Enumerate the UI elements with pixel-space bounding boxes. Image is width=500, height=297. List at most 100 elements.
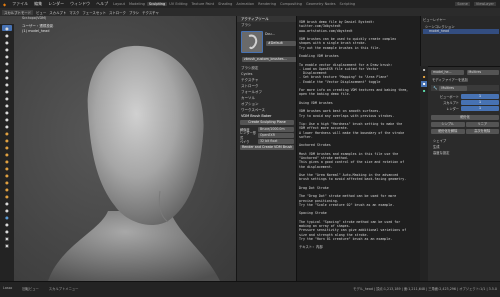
- modifier-name-field[interactable]: Multires: [466, 70, 499, 75]
- status-lasso: Lasso: [3, 286, 13, 290]
- smooth-tool-icon[interactable]: ●: [2, 88, 12, 94]
- tab-sculpting[interactable]: Sculpting: [146, 2, 168, 6]
- brush-short-name: Dou...: [265, 32, 275, 36]
- layer-tool-icon[interactable]: ●: [2, 60, 12, 66]
- snake-hook-tool-icon[interactable]: ●: [2, 144, 12, 150]
- clay-thumb-tool-icon[interactable]: ●: [2, 53, 12, 59]
- render-levels-field[interactable]: 1: [461, 105, 499, 111]
- multires-modifier-header[interactable]: 🔧 Multires: [431, 85, 499, 91]
- readme-text[interactable]: VDM brush demo file by Daniel Bystedt: tw…: [299, 20, 419, 250]
- cloth-tool-icon[interactable]: ●: [2, 193, 12, 199]
- draw-sharp-tool-icon[interactable]: ●: [2, 32, 12, 38]
- tab-uv-editing[interactable]: UV Editing: [167, 2, 189, 6]
- render-create-vdm-brush-button[interactable]: Render and Create VDM Brush: [240, 145, 294, 150]
- brush-datablock-field[interactable]: #Default: [266, 41, 296, 46]
- scene-selector[interactable]: Scene: [455, 2, 470, 6]
- wrench-icon: 🔧: [433, 86, 438, 90]
- viewport-levels-field[interactable]: 1: [461, 93, 499, 99]
- clay-tool-icon[interactable]: ●: [2, 39, 12, 45]
- object-name-field[interactable]: model_he...: [431, 70, 464, 75]
- brush-full-name-field[interactable]: zbrush_custom_brushes...: [242, 57, 297, 62]
- simple-button[interactable]: シンプル: [431, 122, 465, 127]
- bake-depth-dropdown[interactable]: 32 bit float: [258, 138, 294, 144]
- rotate-tool-icon[interactable]: ●: [2, 172, 12, 178]
- draw-tool-icon[interactable]: ●: [2, 25, 12, 31]
- grab-tool-icon[interactable]: ●: [2, 130, 12, 136]
- menu-window[interactable]: ウィンドウ: [67, 1, 93, 7]
- section-advanced[interactable]: 高度な設定: [431, 150, 499, 156]
- header-menu-mask[interactable]: マスク: [69, 10, 79, 15]
- sculpted-head-model: [48, 45, 220, 281]
- mode-selector[interactable]: スカルプトモード: [2, 9, 34, 15]
- boundary-tool-icon[interactable]: ●: [2, 186, 12, 192]
- 3d-viewport[interactable]: [0, 16, 236, 281]
- menu-edit[interactable]: 編集: [31, 1, 45, 7]
- header-brush[interactable]: ブラシ: [129, 10, 139, 15]
- tab-geometry-nodes[interactable]: Geometry Nodes: [304, 2, 338, 6]
- resolution-field[interactable]: Bruce/1000.0m: [258, 126, 294, 132]
- mask-tool-icon[interactable]: ●: [2, 207, 12, 213]
- tool-tab-icon[interactable]: ▪: [421, 67, 427, 73]
- blender-logo-icon[interactable]: ◆: [0, 2, 9, 7]
- simplify-tool-icon[interactable]: ●: [2, 200, 12, 206]
- outliner-row-model-head[interactable]: model_head: [423, 29, 499, 34]
- create-sculpting-plane-button[interactable]: Create Sculpting Plane: [240, 120, 294, 125]
- tab-shading[interactable]: Shading: [216, 2, 234, 6]
- multiplane-scrape-tool-icon[interactable]: ●: [2, 116, 12, 122]
- header-menu-sculpt[interactable]: スカルプト: [49, 10, 66, 15]
- menu-help[interactable]: ヘルプ: [93, 1, 111, 7]
- menu-file[interactable]: ファイル: [9, 1, 31, 7]
- inflate-tool-icon[interactable]: ●: [2, 67, 12, 73]
- draw-face-sets-tool-icon[interactable]: ●: [2, 214, 12, 220]
- tab-compositing[interactable]: Compositing: [278, 2, 304, 6]
- status-rotate-view: 回転ビュー: [22, 287, 39, 291]
- data-tab-icon[interactable]: ▪: [421, 88, 427, 94]
- fill-tool-icon[interactable]: ●: [2, 102, 12, 108]
- modifier-tab-icon[interactable]: ▪: [421, 81, 427, 87]
- smear-tool-icon[interactable]: ●: [2, 228, 12, 234]
- section-vdm-brush-baker[interactable]: VDM Brush Baker: [237, 113, 297, 119]
- header-texture[interactable]: テクスチャ: [142, 10, 159, 15]
- elastic-deform-tool-icon[interactable]: ●: [2, 137, 12, 143]
- pinch-tool-icon[interactable]: ●: [2, 123, 12, 129]
- header-stroke[interactable]: ストローク: [109, 10, 126, 15]
- multires-name-field[interactable]: Multires: [439, 85, 468, 91]
- delete-higher-button[interactable]: 高次を削除: [465, 129, 499, 134]
- blob-tool-icon[interactable]: ●: [2, 74, 12, 80]
- mesh-filter-tool-icon[interactable]: ▣: [2, 242, 12, 248]
- flatten-tool-icon[interactable]: ●: [2, 95, 12, 101]
- tab-texture-paint[interactable]: Texture Paint: [190, 2, 217, 6]
- box-mask-tool-icon[interactable]: ▣: [2, 235, 12, 241]
- unsubdivide-button[interactable]: 細分化を解除: [431, 129, 465, 134]
- slide-relax-tool-icon[interactable]: ●: [2, 179, 12, 185]
- paint-tool-icon[interactable]: ●: [2, 221, 12, 227]
- brush-section-title[interactable]: ブラシ: [237, 22, 296, 28]
- header-menu-view[interactable]: ビュー: [36, 10, 46, 15]
- tab-rendering[interactable]: Rendering: [256, 2, 278, 6]
- render-format-dropdown[interactable]: OpenEXR: [258, 132, 294, 138]
- add-modifier-title[interactable]: モディファイアーを追加: [421, 77, 468, 83]
- brush-preview-thumbnail[interactable]: [241, 31, 263, 53]
- tab-layout[interactable]: Layout: [111, 2, 127, 6]
- text-editor[interactable]: VDM brush demo file by Daniel Bystedt: tw…: [296, 16, 420, 281]
- subdivide-button[interactable]: 細分化: [431, 115, 499, 120]
- thumb-tool-icon[interactable]: ●: [2, 151, 12, 157]
- header-menu-face-sets[interactable]: フェースセット: [82, 10, 106, 15]
- clay-strips-tool-icon[interactable]: ●: [2, 46, 12, 52]
- sculpt-toolbar: ● ● ● ● ● ● ● ● ● ● ● ● ● ● ● ● ● ● ● ● …: [0, 24, 14, 281]
- tab-modeling[interactable]: Modeling: [127, 2, 147, 6]
- nudge-tool-icon[interactable]: ●: [2, 165, 12, 171]
- pose-tool-icon[interactable]: ●: [2, 158, 12, 164]
- linear-button[interactable]: リニア: [465, 122, 499, 127]
- render-levels-label: レンダー: [446, 106, 459, 111]
- object-tab-icon[interactable]: ▪: [421, 74, 427, 80]
- outliner[interactable]: ビューレイヤー シーンコレクション model_head: [420, 16, 500, 66]
- sculpt-levels-field[interactable]: 1: [461, 99, 499, 105]
- crease-tool-icon[interactable]: ●: [2, 81, 12, 87]
- status-scene-stats: モデル_head | 頂点:1,213,189 | 面:1,211,648 | …: [353, 287, 497, 291]
- menu-render[interactable]: レンダー: [45, 1, 67, 7]
- viewlayer-selector[interactable]: ViewLayer: [473, 2, 496, 6]
- tab-animation[interactable]: Animation: [234, 2, 256, 6]
- scrape-tool-icon[interactable]: ●: [2, 109, 12, 115]
- tab-scripting[interactable]: Scripting: [338, 2, 358, 6]
